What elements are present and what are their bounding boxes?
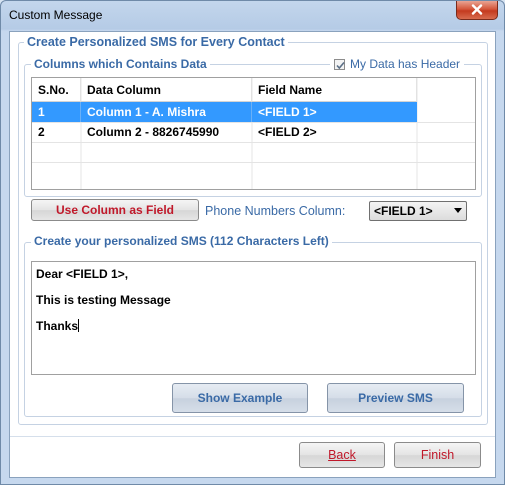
- phone-select-value: <FIELD 1>: [374, 204, 433, 218]
- columns-group-title: Columns which Contains Data: [31, 57, 210, 71]
- phone-numbers-column-label: Phone Numbers Column:: [205, 204, 346, 218]
- header-checkbox-box[interactable]: [334, 58, 345, 70]
- close-icon: [471, 4, 483, 15]
- close-button[interactable]: [456, 1, 498, 20]
- back-label: Back: [328, 448, 356, 462]
- use-column-as-field-button[interactable]: Use Column as Field: [31, 199, 199, 221]
- back-button[interactable]: Back: [299, 442, 385, 468]
- personalize-group-title: Create Personalized SMS for Every Contac…: [24, 35, 288, 49]
- row-sno: 2: [38, 125, 45, 139]
- sms-line: This is testing Message: [36, 293, 171, 307]
- sms-group-title: Create your personalized SMS (112 Charac…: [31, 234, 332, 248]
- my-data-has-header-checkbox[interactable]: My Data has Header: [330, 57, 465, 71]
- window-title: Custom Message: [9, 8, 103, 22]
- finish-button[interactable]: Finish: [394, 442, 481, 468]
- sms-line: Dear <FIELD 1>,: [36, 267, 129, 281]
- row-field-name: <FIELD 1>: [258, 105, 317, 119]
- preview-sms-button[interactable]: Preview SMS: [327, 383, 464, 413]
- table-row[interactable]: 1 Column 1 - A. Mishra <FIELD 1>: [32, 102, 417, 122]
- show-example-button[interactable]: Show Example: [172, 383, 308, 413]
- sms-message-textarea[interactable]: Dear <FIELD 1>, This is testing Message …: [31, 261, 476, 375]
- chevron-down-icon: [454, 208, 462, 213]
- header-data-column[interactable]: Data Column: [81, 78, 252, 102]
- checkmark-icon: [336, 61, 345, 69]
- footer-divider: [10, 436, 495, 437]
- title-bar[interactable]: Custom Message: [1, 1, 504, 31]
- row-data-column: Column 2 - 8826745990: [87, 125, 220, 139]
- header-field-name[interactable]: Field Name: [252, 78, 417, 102]
- columns-grid[interactable]: S.No. Data Column Field Name 1 Column 1 …: [31, 77, 476, 190]
- row-field-name: <FIELD 2>: [258, 125, 317, 139]
- sms-line-text: Thanks: [36, 319, 79, 333]
- row-data-column: Column 1 - A. Mishra: [81, 102, 252, 122]
- custom-message-window: Custom Message Create Personalized SMS f…: [0, 0, 505, 485]
- dialog-body: Create Personalized SMS for Every Contac…: [9, 31, 496, 478]
- header-sno[interactable]: S.No.: [32, 78, 81, 102]
- text-caret: [78, 319, 80, 332]
- phone-numbers-column-select[interactable]: <FIELD 1>: [369, 201, 467, 221]
- row-sno: 1: [32, 102, 81, 122]
- grid-header-row: S.No. Data Column Field Name: [32, 78, 475, 102]
- sms-line-last: Thanks: [36, 318, 471, 344]
- header-checkbox-label: My Data has Header: [350, 57, 461, 71]
- table-row[interactable]: 2 Column 2 - 8826745990 <FIELD 2>: [32, 122, 475, 142]
